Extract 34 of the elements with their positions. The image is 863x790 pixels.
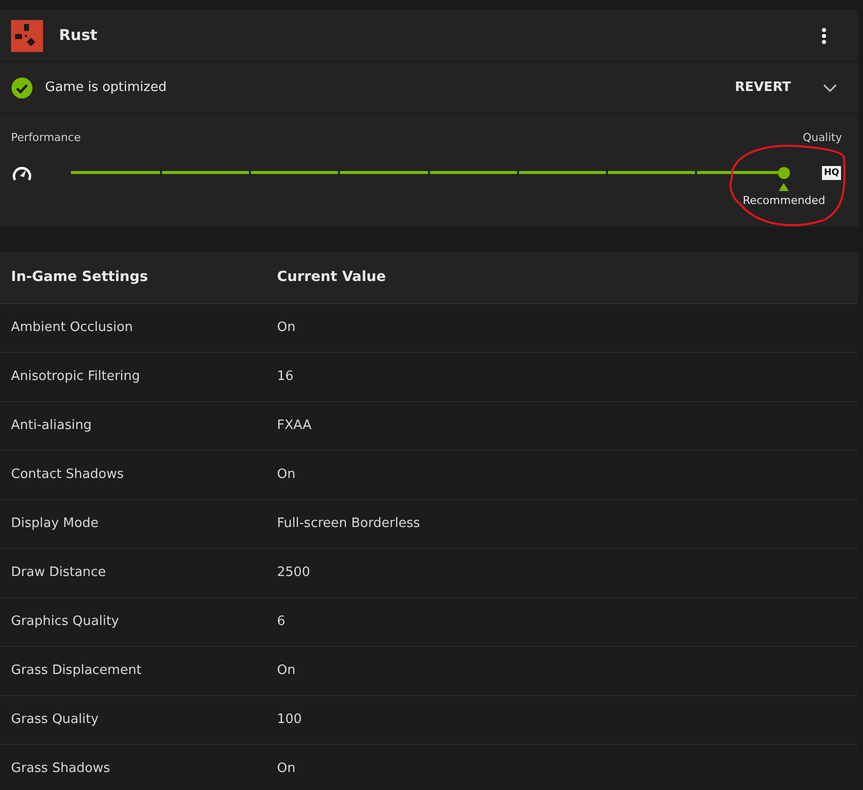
chevron-down-icon[interactable] [823,84,837,92]
hq-badge: HQ [822,166,842,180]
table-cell-text: On [276,662,296,680]
revert-button[interactable]: REVERT [734,78,791,98]
table-cell-text: Display Mode [10,515,100,534]
table-cell-text: 100 [276,711,302,730]
table-cell-text: Grass Quality [10,711,100,730]
table-cell-text: Grass Shadows [10,760,112,778]
slider-thumb[interactable] [778,166,790,178]
table-cell-text: 2500 [276,564,310,582]
status-text: Game is optimized [45,78,167,97]
table-cell-text: Grass Displacement [10,662,142,680]
more-options-icon[interactable] [821,26,827,44]
table-cell-text: On [276,760,296,778]
column-header: Current Value [276,268,386,287]
performance-label: Performance [11,130,81,146]
table-cell-text: On [276,319,296,338]
table-cell-text: Ambient Occlusion [10,319,134,338]
table-cell-text: Full-screen Borderless [276,515,420,534]
recommended-label: Recommended [742,192,826,208]
quality-label: Quality [802,130,842,146]
table-cell-text: Graphics Quality [10,613,120,632]
table-cell-text: FXAA [276,417,312,436]
game-title: Rust [59,25,98,46]
table-cell-text: 16 [276,368,294,386]
table-cell-text: Anisotropic Filtering [10,368,142,386]
table-cell-text: Contact Shadows [10,466,125,484]
table-cell-text: 6 [276,613,286,632]
table-cell-text: Draw Distance [10,564,107,582]
table-cell-text: Anti-aliasing [10,417,93,436]
table-cell-text: On [276,466,296,484]
marker-triangle-icon [779,182,789,190]
game-logo-icon [11,20,43,52]
column-header: In-Game Settings [10,268,149,287]
